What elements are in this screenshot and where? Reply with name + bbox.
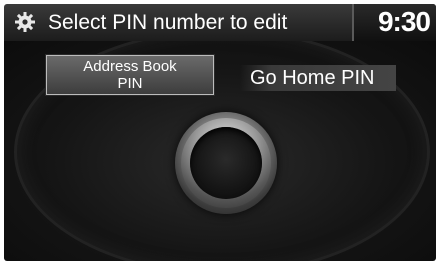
address-book-pin-button[interactable]: Address Book PIN — [46, 55, 214, 95]
header-bar: Select PIN number to edit 9:30 — [4, 4, 436, 41]
address-book-pin-label-line2: PIN — [117, 75, 143, 92]
interface-dial-center — [190, 127, 262, 199]
clock: 9:30 — [377, 6, 431, 37]
page-title: Select PIN number to edit — [48, 11, 288, 34]
gear-icon — [15, 12, 35, 32]
navigation-screen: Select PIN number to edit 9:30 Address B… — [0, 0, 440, 266]
clock-box: 9:30 — [352, 4, 436, 41]
address-book-pin-label-line1: Address Book — [83, 58, 177, 75]
go-home-pin-button[interactable]: Go Home PIN — [240, 65, 396, 91]
